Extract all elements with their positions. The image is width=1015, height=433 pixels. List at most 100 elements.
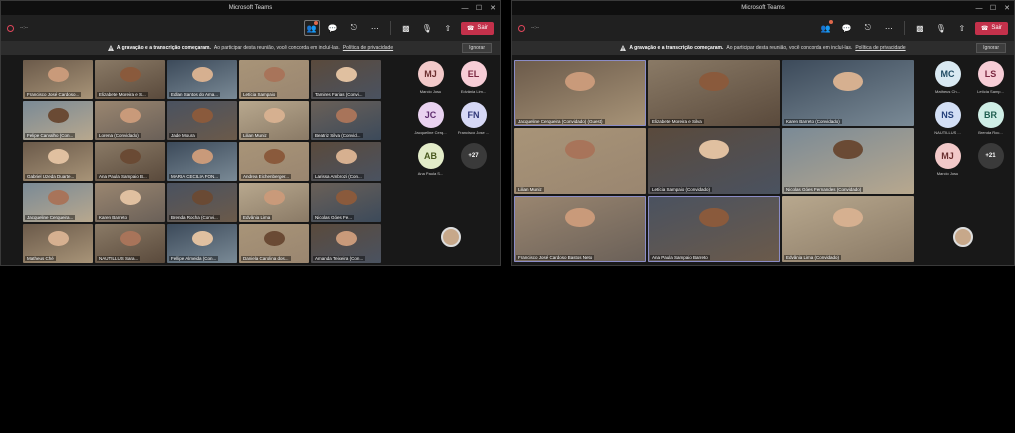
video-tile[interactable]: Karen Barreto [95,183,165,222]
video-tile[interactable]: Beatriz Silva (Convid... [311,101,381,140]
participant-video [565,207,595,227]
video-tile[interactable]: Jacqueline Cerqueira... [23,183,93,222]
video-tile[interactable]: Ana Paula Sampaio B... [95,142,165,181]
video-tile[interactable]: Francisco José Cardoso... [23,60,93,99]
title-bar: Microsoft Teams — ☐ ✕ [512,1,1014,15]
video-tile[interactable]: Ana Paula Sampaio Barreto [648,196,780,262]
video-tile[interactable]: Edvânia Lima [239,183,309,222]
video-tile[interactable]: Francisco José Cardoso Bastos Neto [514,196,646,262]
participant-video [191,231,213,247]
privacy-link[interactable]: Política de privacidade [343,45,393,51]
roster-participant[interactable]: MJ Marcio Josu [926,143,969,176]
participant-name: MARIA CECILIA FON... [169,174,221,179]
roster-participant[interactable]: FN Francisco Jose ... [452,102,495,135]
chat-icon[interactable]: 💬 [325,20,341,36]
participant-name: Felipe Carvalho (Con... [25,133,76,138]
video-tile[interactable]: MARIA CECILIA FON... [167,142,237,181]
self-avatar[interactable] [441,227,461,247]
participant-video [699,71,729,91]
video-tile[interactable]: Amanda Teixeira (Con... [311,224,381,263]
video-tile[interactable]: Elizabete Moreira e S... [95,60,165,99]
minimize-icon[interactable]: — [458,1,472,15]
leave-button[interactable]: ☎ Sair [460,21,494,35]
avatar: FN [460,102,487,128]
video-tile[interactable]: Nicolas Góes Fe... [311,183,381,222]
video-tile[interactable]: Letícia Sampaio (Convidado) [648,128,780,194]
self-avatar[interactable] [953,227,973,247]
roster-participant[interactable]: NS NAUTILLUS ... [926,102,969,135]
more-icon[interactable]: ⋯ [881,20,897,36]
roster-participant[interactable]: MJ Marcio Josu [409,61,452,94]
chat-icon[interactable]: 💬 [839,20,855,36]
more-icon[interactable]: ⋯ [367,20,383,36]
warning-icon [107,45,114,51]
maximize-icon[interactable]: ☐ [986,1,1000,15]
share-icon[interactable]: ⇧ [954,20,970,36]
video-tile[interactable]: Tamires Farias (Convi... [311,60,381,99]
video-tile[interactable]: Felipe Carvalho (Con... [23,101,93,140]
participant-name: Karen Barreto (Convidado) [784,119,842,124]
share-icon[interactable]: ⇧ [440,20,456,36]
maximize-icon[interactable]: ☐ [472,1,486,15]
close-icon[interactable]: ✕ [486,1,500,15]
participant-video [699,139,729,159]
breakout-icon[interactable]: ⎋ [346,20,362,36]
privacy-link[interactable]: Política de privacidade [855,45,905,51]
recording-icon [7,24,14,32]
camera-off-icon[interactable]: ▩ [912,20,928,36]
video-tile[interactable]: Larissa Ambrozi (Con... [311,142,381,181]
avatar: MJ [934,143,961,169]
video-tile[interactable]: Lilian Muniz [239,101,309,140]
roster-participant[interactable]: BR Brenda Roc... [969,102,1012,135]
roster-name: Letícia Samp... [977,89,1004,94]
ignore-button[interactable]: Ignorar [462,43,492,53]
video-grid: Francisco José Cardoso... Elizabete Morei… [23,60,383,263]
avatar: BR [977,102,1004,128]
participant-name: Matheus Ché [25,256,56,261]
participants-icon[interactable]: 👥 [303,20,320,36]
video-tile[interactable]: Brenda Rocha (Convi... [167,183,237,222]
avatar: JC [417,102,444,128]
video-tile[interactable]: Lilian Muniz [514,128,646,194]
camera-off-icon[interactable]: ▩ [398,20,414,36]
video-stage: Francisco José Cardoso... Elizabete Morei… [1,55,500,265]
roster-participant[interactable]: AB Ana Paula S... [409,143,452,176]
participant-name: Andrea Eichenberger... [241,174,292,179]
video-tile[interactable]: NAUTILLUS Sara... [95,224,165,263]
video-tile[interactable]: Jade Moura [167,101,237,140]
video-tile[interactable]: Gabriel Uzeda Duarte... [23,142,93,181]
roster-participant[interactable]: MC Matheus Ch... [926,61,969,94]
video-tile[interactable]: Fellipe Almeida (Con... [167,224,237,263]
roster-name: Marcio Josu [419,89,442,94]
video-tile[interactable]: Edvânia Lima (Convidado) [782,196,914,262]
roster-participant[interactable]: EL Edvânia Lim... [452,61,495,94]
roster-name: Ana Paula S... [417,171,444,176]
mic-off-icon[interactable]: 🎙 [933,20,949,36]
roster-name: Jacqueline Cerq... [414,130,447,135]
participants-icon[interactable]: 👥 [818,20,834,36]
participant-name: Brenda Rocha (Convi... [169,215,220,220]
participant-name: Letícia Sampaio [241,92,278,97]
video-tile[interactable]: Matheus Ché [23,224,93,263]
video-tile[interactable]: Jacqueline Cerqueira (Convidado) (Guest) [514,60,646,126]
more-participants-button[interactable]: +27 [452,143,495,176]
video-tile[interactable]: Karen Barreto (Convidado) [782,60,914,126]
video-tile[interactable]: Daniela Carolina dos... [239,224,309,263]
breakout-icon[interactable]: ⎋ [860,20,876,36]
roster-participant[interactable]: JC Jacqueline Cerq... [409,102,452,135]
leave-button[interactable]: ☎ Sair [974,21,1008,35]
roster-participant[interactable]: LS Letícia Samp... [969,61,1012,94]
minimize-icon[interactable]: — [972,1,986,15]
video-tile[interactable]: Nicolas Góes Fernandes (Convidado) [782,128,914,194]
more-participants-button[interactable]: +21 [969,143,1012,176]
video-tile[interactable]: Lorena (Convidado) [95,101,165,140]
leave-label: Sair [991,25,1002,31]
banner-text: Ao participar desta reunião, você concor… [726,45,853,51]
mic-off-icon[interactable]: 🎙 [419,20,435,36]
video-tile[interactable]: Letícia Sampaio [239,60,309,99]
ignore-button[interactable]: Ignorar [976,43,1006,53]
close-icon[interactable]: ✕ [1000,1,1014,15]
video-tile[interactable]: Elizabete Moreira e Silva [648,60,780,126]
video-tile[interactable]: Andrea Eichenberger... [239,142,309,181]
video-tile[interactable]: Edlan Santos do Ama... [167,60,237,99]
